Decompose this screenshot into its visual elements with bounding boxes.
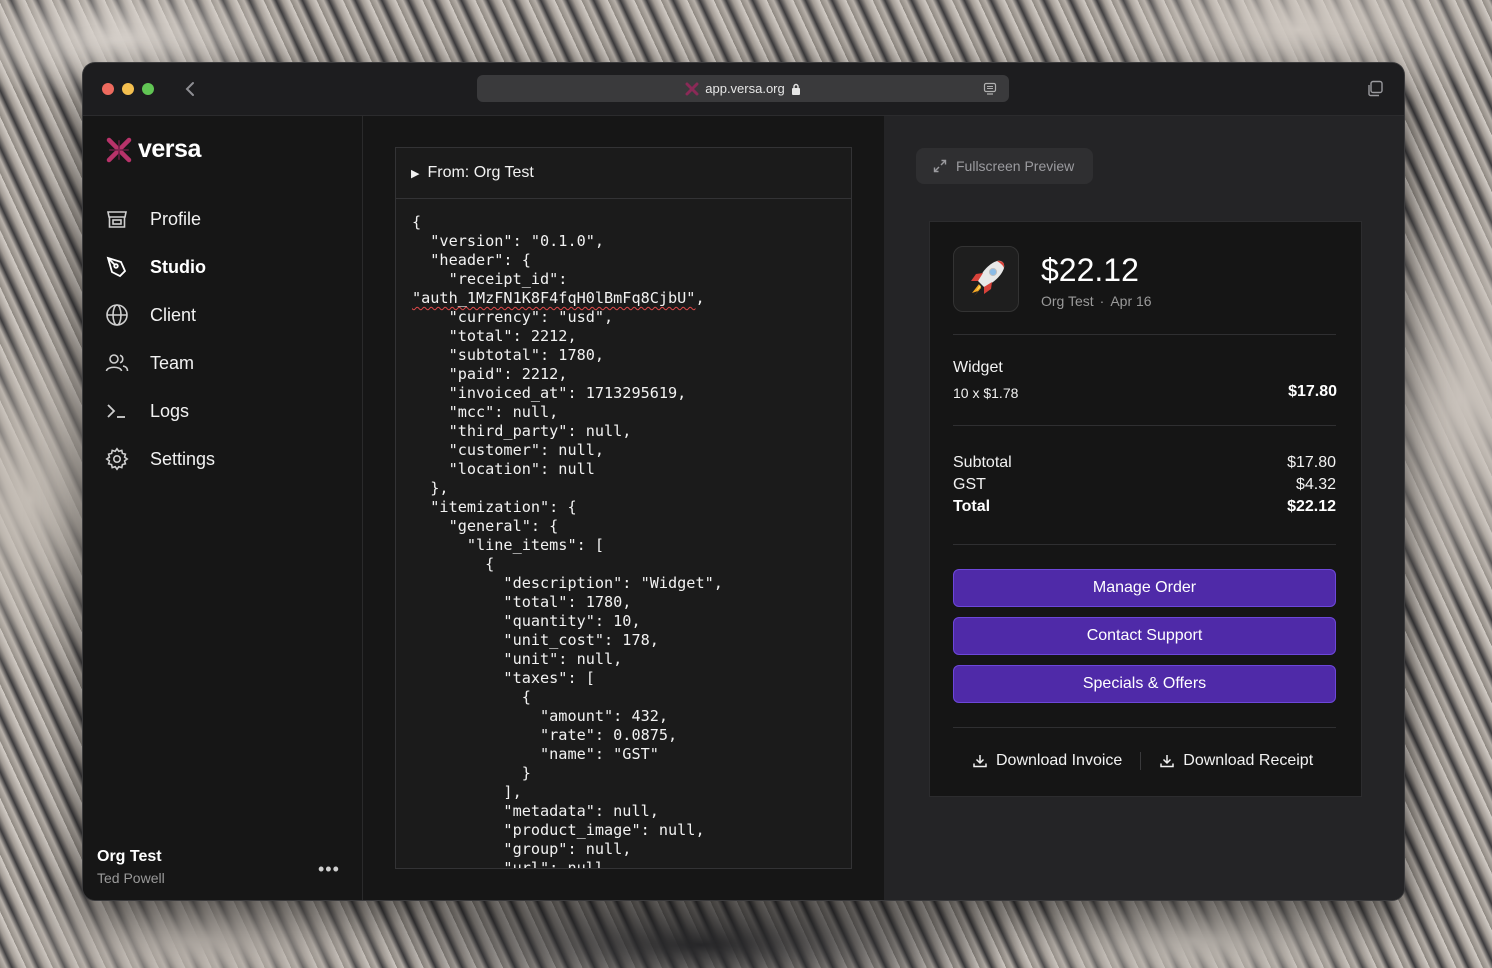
close-window-button[interactable] [102,83,114,95]
line-item-total: $17.80 [1288,383,1337,400]
brand[interactable]: versa [106,135,201,164]
divider [953,544,1336,545]
lock-icon [791,83,800,95]
sidebar-item-client[interactable]: Client [105,300,196,330]
download-row: Download Invoice Download Receipt [953,748,1336,774]
download-invoice-label: Download Invoice [996,752,1123,769]
receipt-total-amount: $22.12 [1041,252,1139,288]
sidebar-item-logs[interactable]: Logs [105,396,189,426]
users-icon [105,354,129,372]
receipt-preview-pane: Fullscreen Preview $22.12 Org Test · Apr 1… [884,116,1404,900]
json-summary-label: From: Org Test [427,164,534,181]
json-code-after: , "currency": "usd", "total": 2212, "sub… [430,289,723,868]
sidebar-item-profile[interactable]: Profile [105,204,201,234]
sidebar-item-label: Team [150,352,195,373]
summary-label: Total [953,498,991,515]
specials-offers-button[interactable]: Specials & Offers [953,665,1336,703]
merchant-logo [953,246,1019,312]
minimize-window-button[interactable] [122,83,134,95]
fullscreen-preview-button[interactable]: Fullscreen Preview [916,148,1093,184]
download-separator [1140,752,1142,770]
json-code[interactable]: { "version": "0.1.0", "header": { "recei… [396,199,851,868]
sidebar: versa Profile Studio Client Team Logs Se… [83,116,363,900]
line-item-quantity: 10 x $1.78 [953,385,1019,401]
receipt-meta: Org Test · Apr 16 [1041,293,1152,309]
json-panel[interactable]: ▶ From: Org Test { "version": "0.1.0", "… [395,147,852,869]
json-code-before: { "version": "0.1.0", "header": { "recei… [412,213,605,288]
zoom-window-button[interactable] [142,83,154,95]
receipt-date: Apr 16 [1110,293,1152,309]
expand-icon [933,159,947,173]
gear-icon [105,447,129,471]
line-item-name: Widget [953,359,1003,376]
browser-window: app.versa.org versa Profile Studio Clien… [83,63,1404,900]
brand-name: versa [138,135,201,163]
download-icon [973,755,987,768]
divider [953,425,1336,426]
sidebar-item-team[interactable]: Team [105,348,194,378]
reader-mode-icon[interactable] [983,82,997,96]
divider [953,727,1336,728]
json-summary-toggle[interactable]: ▶ From: Org Test [396,148,851,199]
rocket-icon [971,260,1005,296]
more-options-icon[interactable]: ••• [318,859,340,880]
divider [953,334,1336,335]
merchant-name: Org Test [1041,293,1094,309]
disclosure-triangle-icon: ▶ [411,167,420,180]
total-row: Total $22.12 [953,498,1336,516]
browser-titlebar: app.versa.org [83,63,1404,116]
account-switcher[interactable]: Org Test Ted Powell [97,848,165,886]
tab-overview-icon[interactable] [1366,80,1384,98]
fullscreen-preview-label: Fullscreen Preview [956,158,1075,174]
download-receipt-label: Download Receipt [1183,752,1314,769]
address-bar[interactable]: app.versa.org [477,75,1009,102]
summary-label: GST [953,476,986,493]
user-name: Ted Powell [97,870,165,886]
receipt-id-value: "auth_1MzFN1K8F4fqH0lBmFq8CjbU" [412,289,696,307]
sidebar-item-label: Settings [150,448,216,469]
org-name: Org Test [97,848,162,865]
summary-value: $4.32 [1295,476,1336,493]
summary-value: $17.80 [1287,454,1336,471]
globe-icon [106,304,128,326]
download-icon [1160,755,1175,768]
summary-label: Subtotal [953,454,1012,471]
subtotal-row: Subtotal $17.80 [953,454,1336,472]
download-invoice-button[interactable]: Download Invoice [972,752,1122,770]
receipt-card: $22.12 Org Test · Apr 16 Widget 10 x $1.78… [929,221,1362,797]
json-view-pane: ▶ From: Org Test { "version": "0.1.0", "… [363,116,884,900]
storefront-icon [107,211,127,228]
versa-logo-icon [106,137,132,162]
sidebar-item-label: Studio [150,256,206,277]
meta-separator: · [1099,293,1105,309]
summary-value: $22.12 [1287,498,1336,515]
pen-tool-icon [106,256,127,278]
terminal-icon [107,404,125,418]
manage-order-button[interactable]: Manage Order [953,569,1336,607]
sidebar-item-label: Logs [150,400,190,421]
back-icon[interactable] [181,77,201,101]
versa-favicon-icon [685,82,699,95]
sidebar-item-label: Client [150,304,197,325]
download-receipt-button[interactable]: Download Receipt [1159,752,1313,770]
sidebar-item-label: Profile [150,208,202,229]
sidebar-item-studio[interactable]: Studio [105,252,206,282]
contact-support-button[interactable]: Contact Support [953,617,1336,655]
sidebar-item-settings[interactable]: Settings [105,444,215,474]
tax-row: GST $4.32 [953,476,1336,494]
url-text: app.versa.org [705,81,785,96]
